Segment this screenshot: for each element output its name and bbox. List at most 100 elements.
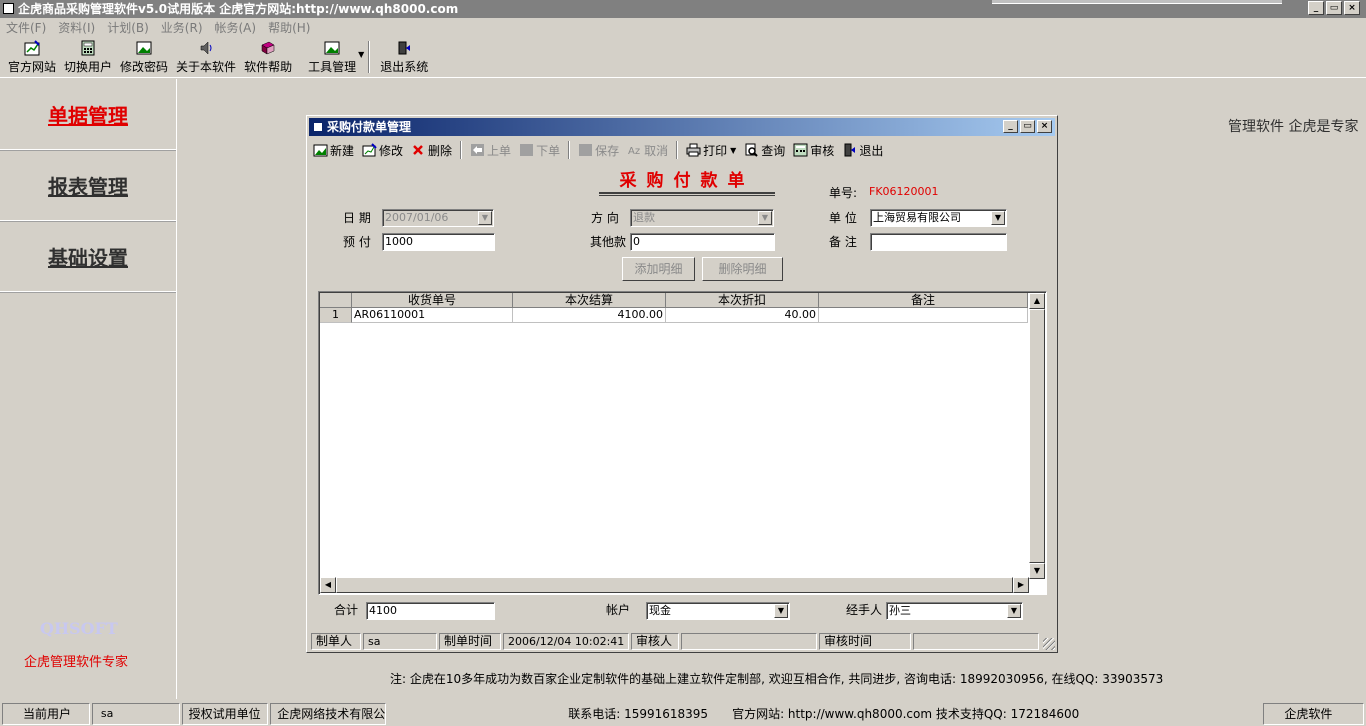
app-titlebar: 企虎商品采购管理软件v5.0试用版本 企虎官方网站:http://www.qh8… xyxy=(0,0,1366,18)
cancel-button[interactable]: Az 取消 xyxy=(627,142,668,159)
licensee-label: 授权试用单位 xyxy=(181,702,269,725)
table-row[interactable]: 1 AR06110001 4100.00 40.00 xyxy=(320,308,1028,323)
cell-settle[interactable]: 4100.00 xyxy=(513,308,666,323)
direction-select[interactable]: 退款 ▼ xyxy=(630,209,774,227)
edit-button[interactable]: 修改 xyxy=(362,142,403,159)
menu-help[interactable]: 帮助(H) xyxy=(268,18,310,38)
switch-user-button[interactable]: 切换用户 xyxy=(60,38,116,76)
help-button[interactable]: 软件帮助 xyxy=(240,38,296,76)
official-site-info: 官方网站: http://www.qh8000.com 技术支持QQ: 1721… xyxy=(732,707,1080,721)
column-header-receipt-no[interactable]: 收货单号 xyxy=(352,293,513,308)
menu-bar: 文件(F) 资料(I) 计划(B) 业务(R) 帐务(A) 帮助(H) xyxy=(0,18,1366,38)
change-password-button[interactable]: 修改密码 xyxy=(116,38,172,76)
sidebar-item-reports[interactable]: 报表管理 xyxy=(0,150,176,221)
scroll-left-icon[interactable]: ◀ xyxy=(320,577,336,593)
calculator-icon xyxy=(793,143,808,157)
account-label: 帐户 xyxy=(606,603,631,617)
dialog-maximize-button[interactable]: ▭ xyxy=(1020,120,1035,133)
official-site-button[interactable]: 官方网站 xyxy=(4,38,60,76)
column-header-discount[interactable]: 本次折扣 xyxy=(666,293,819,308)
resize-grip[interactable] xyxy=(1043,638,1055,650)
menu-accounts[interactable]: 帐务(A) xyxy=(215,18,257,38)
horizontal-scroll-thumb[interactable] xyxy=(336,577,1013,593)
delete-x-icon xyxy=(413,145,423,155)
form-title: 采购付款单 xyxy=(619,171,755,191)
cell-receipt-no[interactable]: AR06110001 xyxy=(352,308,513,323)
calculator-icon xyxy=(81,40,95,56)
change-password-label: 修改密码 xyxy=(120,60,169,74)
scroll-up-icon[interactable]: ▲ xyxy=(1029,293,1045,309)
query-button[interactable]: 查询 xyxy=(744,142,785,159)
scroll-right-icon[interactable]: ▶ xyxy=(1013,577,1029,593)
exit-system-button[interactable]: 退出系统 xyxy=(376,38,432,76)
dialog-close-button[interactable]: × xyxy=(1037,120,1052,133)
sidebar-item-settings[interactable]: 基础设置 xyxy=(0,221,176,292)
column-header-settle[interactable]: 本次结算 xyxy=(513,293,666,308)
toolbar-separator xyxy=(368,41,371,73)
exit-door-icon xyxy=(398,41,411,55)
print-dropdown-icon[interactable]: ▼ xyxy=(730,146,736,155)
menu-business[interactable]: 业务(R) xyxy=(161,18,203,38)
save-icon xyxy=(579,144,593,156)
menu-file[interactable]: 文件(F) xyxy=(6,18,46,38)
audit-label: 审核 xyxy=(810,143,835,158)
save-button[interactable]: 保存 xyxy=(578,142,619,159)
grid-vertical-scrollbar[interactable]: ▲ ▼ xyxy=(1029,293,1045,579)
unit-dropdown-icon[interactable]: ▼ xyxy=(991,211,1005,225)
total-input[interactable]: 4100 xyxy=(366,602,495,620)
sidebar-item-documents[interactable]: 单据管理 xyxy=(0,79,176,150)
about-button[interactable]: 关于本软件 xyxy=(172,38,240,76)
account-dropdown-icon[interactable]: ▼ xyxy=(774,604,788,618)
close-button[interactable]: × xyxy=(1344,1,1360,15)
handler-dropdown-icon[interactable]: ▼ xyxy=(1007,604,1021,618)
tools-button[interactable]: 工具管理 xyxy=(304,38,360,76)
cell-discount[interactable]: 40.00 xyxy=(666,308,819,323)
direction-dropdown-icon[interactable]: ▼ xyxy=(758,211,772,225)
add-detail-button[interactable]: 添加明细 xyxy=(622,257,695,281)
handler-select[interactable]: 孙三 ▼ xyxy=(886,602,1023,620)
prepay-input[interactable]: 1000 xyxy=(382,233,495,251)
current-user-label: 当前用户 xyxy=(2,702,90,725)
cell-note[interactable] xyxy=(819,308,1028,323)
account-select[interactable]: 现金 ▼ xyxy=(646,602,790,620)
audit-button[interactable]: 审核 xyxy=(793,142,834,159)
speaker-icon xyxy=(200,41,212,55)
other-input[interactable]: 0 xyxy=(630,233,775,251)
brand-label: 企虎软件 xyxy=(1263,702,1364,725)
sidebar-logo: QHSOFT xyxy=(40,619,118,638)
book-icon xyxy=(261,41,275,55)
grid-horizontal-scrollbar[interactable]: ◀ ▶ xyxy=(320,577,1029,593)
menu-data[interactable]: 资料(I) xyxy=(58,18,95,38)
unit-select[interactable]: 上海贸易有限公司 ▼ xyxy=(870,209,1007,227)
save-label: 保存 xyxy=(595,143,620,158)
magnifier-icon xyxy=(745,143,758,157)
grid-header: 收货单号 本次结算 本次折扣 备注 xyxy=(320,293,1028,308)
new-button[interactable]: 新建 xyxy=(313,142,354,159)
dialog-exit-button[interactable]: 退出 xyxy=(842,142,883,159)
column-header-note[interactable]: 备注 xyxy=(819,293,1028,308)
prev-button[interactable]: 上单 xyxy=(470,142,511,159)
dialog-status-strip: 制单人 sa 制单时间 2006/12/04 10:02:41 审核人 审核时间 xyxy=(311,633,1055,651)
date-picker[interactable]: 2007/01/06 ▼ xyxy=(382,209,494,227)
new-label: 新建 xyxy=(330,143,355,158)
print-button[interactable]: 打印 ▼ xyxy=(686,142,736,159)
remark-input[interactable] xyxy=(870,233,1007,251)
next-button[interactable]: 下单 xyxy=(519,142,560,159)
doc-no-label: 单号: xyxy=(829,186,858,200)
delete-button[interactable]: 删除 xyxy=(411,142,452,159)
date-dropdown-icon[interactable]: ▼ xyxy=(478,211,492,225)
edit-chart-icon xyxy=(362,143,377,157)
minimize-button[interactable]: _ xyxy=(1308,1,1324,15)
remark-label: 备 注 xyxy=(829,235,857,249)
scroll-down-icon[interactable]: ▼ xyxy=(1029,563,1045,579)
delete-detail-button[interactable]: 删除明细 xyxy=(702,257,783,281)
vertical-scroll-thumb[interactable] xyxy=(1029,309,1045,563)
dialog-minimize-button[interactable]: _ xyxy=(1003,120,1018,133)
menu-plan[interactable]: 计划(B) xyxy=(107,18,149,38)
window-controls: _ ▭ × xyxy=(1308,1,1360,15)
exit-door-icon xyxy=(844,143,856,157)
tools-dropdown-icon[interactable]: ▼ xyxy=(358,50,364,59)
detail-grid: 收货单号 本次结算 本次折扣 备注 1 AR06110001 4100.00 4… xyxy=(318,291,1047,595)
status-bar: 当前用户 sa 授权试用单位 企虎网络技术有限公司 联系电话: 15991618… xyxy=(0,701,1366,726)
restore-button[interactable]: ▭ xyxy=(1326,1,1342,15)
